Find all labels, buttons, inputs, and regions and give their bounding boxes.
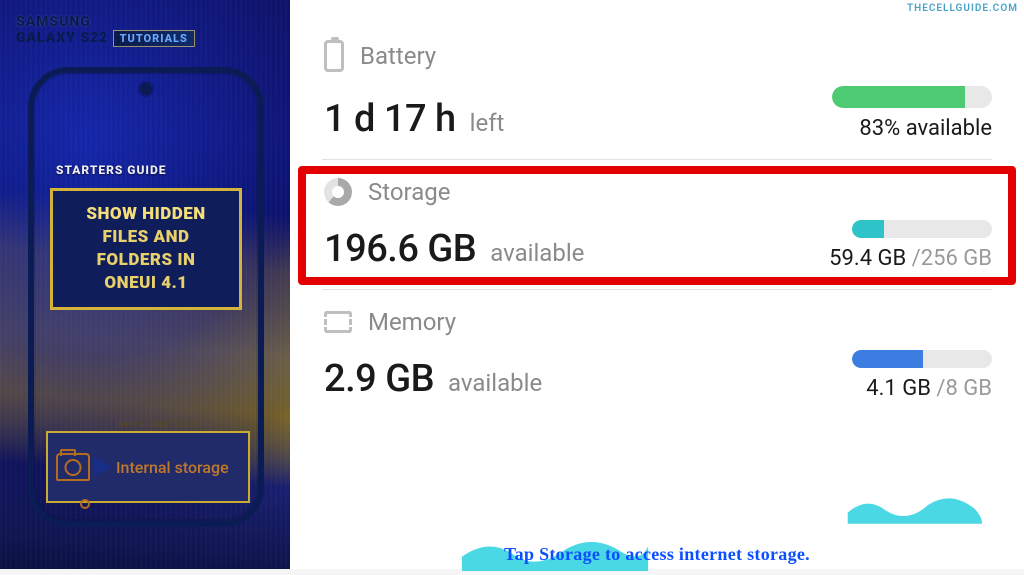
device-care-panel: Battery 1 d 17 h left 83% available [290, 0, 1024, 569]
battery-suffix: left [470, 109, 505, 137]
caret-right-icon [94, 457, 112, 477]
battery-value-wrap: 1 d 17 h left [324, 97, 504, 141]
battery-label: Battery [360, 42, 436, 70]
brand-line1: SAMSUNG [16, 14, 276, 30]
internal-storage-label: Internal storage [116, 458, 229, 477]
title-l1: SHOW HIDDEN [59, 203, 233, 226]
memory-value-wrap: 2.9 GB available [324, 357, 542, 401]
title-l4: ONEUI 4.1 [59, 272, 233, 295]
folder-home-icon [56, 453, 90, 481]
battery-row[interactable]: Battery 1 d 17 h left 83% available [290, 22, 1024, 159]
storage-value-wrap: 196.6 GB available [324, 227, 584, 271]
memory-usage: 4.1 GB /8 GB [852, 376, 992, 401]
storage-label: Storage [368, 178, 450, 206]
internal-storage-chip: new hidden folder Internal storage [46, 431, 250, 503]
battery-bar-fill [832, 86, 965, 108]
camera-dot [140, 83, 152, 95]
internal-top-caption: new hidden folder [118, 419, 197, 430]
instruction-caption: Tap Storage to access internet storage. [504, 544, 810, 565]
title-l2: FILES AND [59, 226, 233, 249]
storage-total: /256 GB [912, 246, 992, 271]
tutorial-title-box: SHOW HIDDEN FILES AND FOLDERS IN ONEUI 4… [50, 188, 242, 310]
memory-bar-fill [852, 350, 923, 368]
memory-bar [852, 350, 992, 368]
memory-icon [324, 311, 352, 333]
watermark-text: THECELLGUIDE.COM [907, 3, 1018, 14]
battery-value: 1 d 17 h [324, 97, 456, 141]
paint-splat-right-icon [844, 492, 984, 524]
title-l3: FOLDERS IN [59, 249, 233, 272]
storage-value: 196.6 GB [324, 227, 476, 271]
battery-right: 83% available [832, 86, 992, 141]
memory-suffix: available [448, 369, 542, 397]
memory-right: 4.1 GB /8 GB [852, 350, 992, 401]
phone-outline: STARTERS GUIDE SHOW HIDDEN FILES AND FOL… [28, 67, 264, 527]
memory-label: Memory [368, 308, 456, 336]
storage-row[interactable]: Storage 196.6 GB available 59.4 GB /256 … [290, 160, 1024, 289]
starters-label: STARTERS GUIDE [56, 163, 166, 177]
memory-total: /8 GB [936, 376, 992, 401]
battery-bar [832, 86, 992, 108]
brand-model: GALAXY S22 [16, 30, 108, 46]
page-container: SAMSUNG GALAXY S22 TUTORIALS STARTERS GU… [0, 0, 1024, 569]
battery-icon [324, 40, 344, 72]
small-circle-icon [80, 499, 90, 509]
storage-bar [852, 220, 992, 238]
memory-value: 2.9 GB [324, 357, 434, 401]
brand-line2: GALAXY S22 TUTORIALS [16, 30, 276, 47]
brand-tag: TUTORIALS [113, 30, 195, 47]
tutorial-sidebar: SAMSUNG GALAXY S22 TUTORIALS STARTERS GU… [0, 0, 290, 569]
memory-row[interactable]: Memory 2.9 GB available 4.1 GB /8 GB [290, 290, 1024, 419]
storage-used: 59.4 GB [829, 246, 912, 271]
storage-right: 59.4 GB /256 GB [829, 220, 992, 271]
storage-icon [324, 178, 352, 206]
storage-usage: 59.4 GB /256 GB [829, 246, 992, 271]
battery-percent: 83% available [832, 116, 992, 141]
memory-used: 4.1 GB [866, 376, 936, 401]
storage-bar-fill [852, 220, 884, 238]
storage-suffix: available [490, 239, 584, 267]
